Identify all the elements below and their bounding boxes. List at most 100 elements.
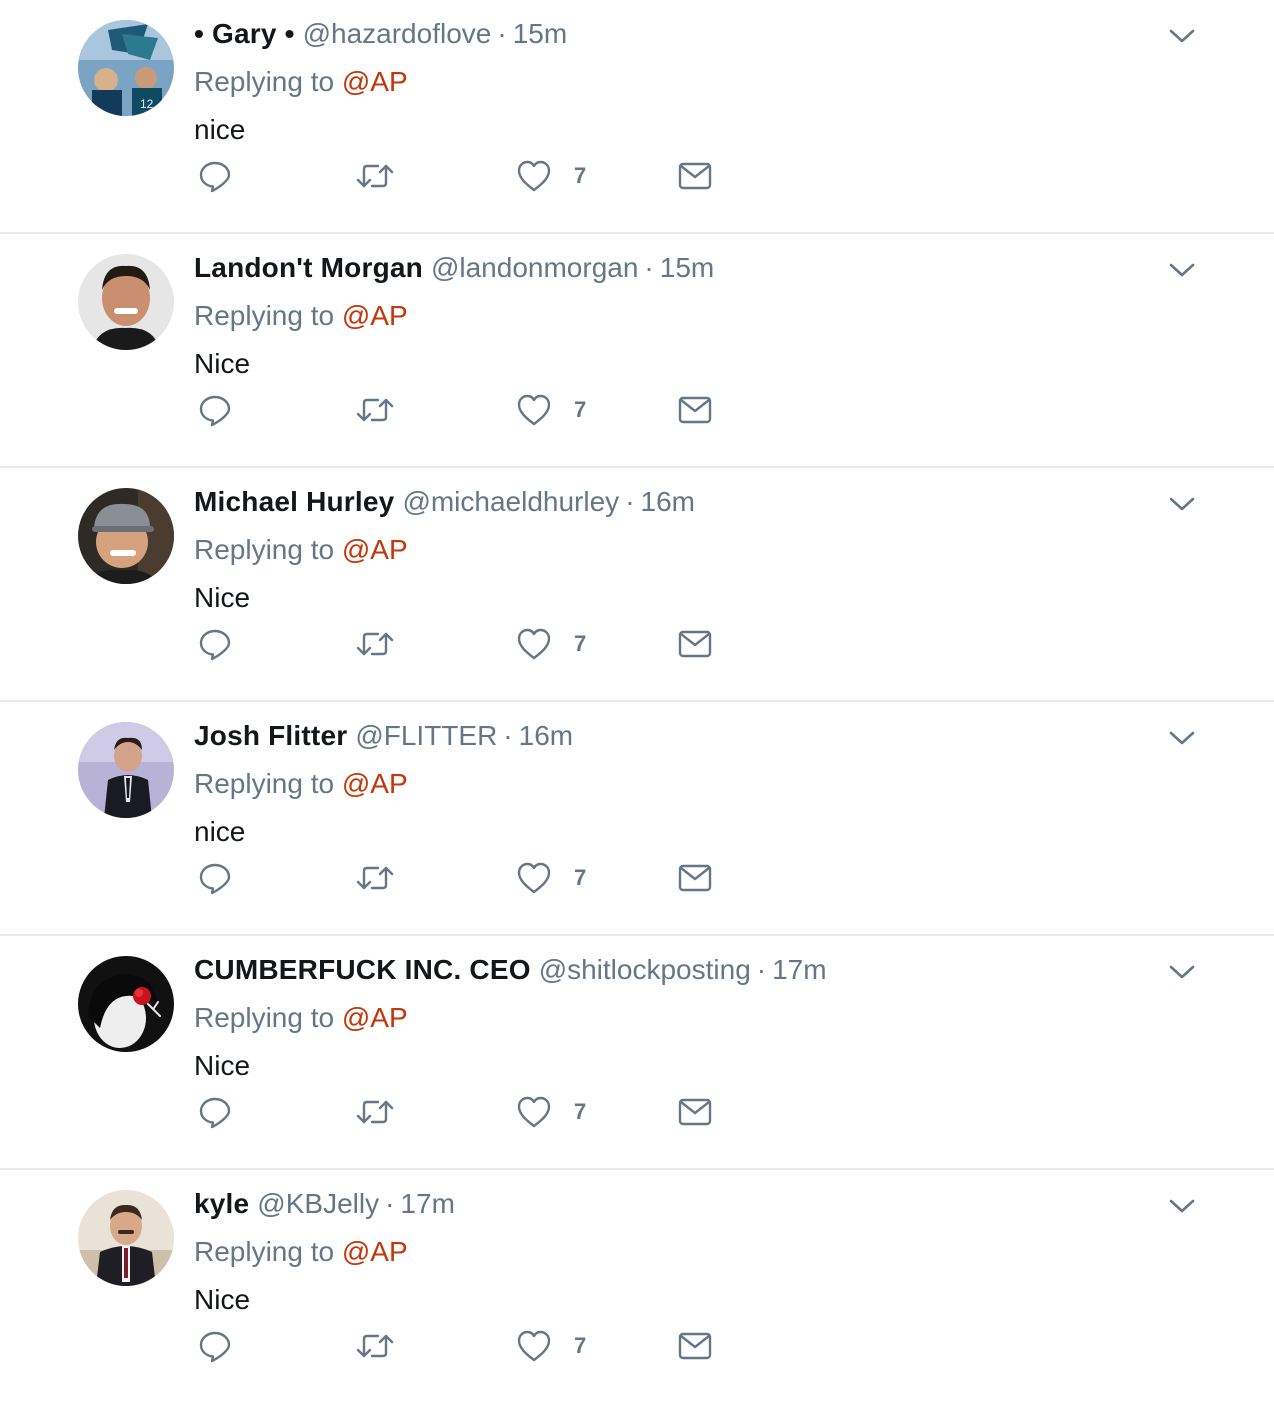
- replying-to-mention-link[interactable]: @AP: [342, 1236, 408, 1267]
- like-count: 7: [574, 631, 587, 656]
- timestamp[interactable]: 16m: [641, 486, 695, 517]
- reply-button[interactable]: [198, 858, 232, 898]
- separator-dot: ·: [497, 18, 507, 49]
- chevron-down-icon[interactable]: [1166, 490, 1198, 518]
- like-count: 7: [574, 865, 587, 890]
- retweet-icon: [356, 1329, 394, 1363]
- replying-to-label: Replying to: [194, 768, 335, 799]
- tweet[interactable]: 12 • Gary • @hazardoflove · 15m Replying to…: [0, 0, 1274, 234]
- direct-message-button[interactable]: [678, 624, 712, 664]
- like-button[interactable]: 7: [516, 624, 586, 664]
- avatar[interactable]: [78, 1190, 174, 1286]
- tweet-actions: 7: [194, 1326, 754, 1366]
- like-button[interactable]: 7: [516, 390, 586, 430]
- user-handle[interactable]: @michaeldhurley: [402, 486, 619, 517]
- envelope-icon: [678, 1097, 712, 1127]
- user-handle[interactable]: @landonmorgan: [431, 252, 638, 283]
- tweet-text: Nice: [194, 1284, 251, 1315]
- avatar[interactable]: [78, 254, 174, 350]
- like-button[interactable]: 7: [516, 1092, 586, 1132]
- display-name[interactable]: kyle: [194, 1188, 249, 1219]
- retweet-icon: [356, 159, 394, 193]
- chevron-down-icon[interactable]: [1166, 1192, 1198, 1220]
- tweet[interactable]: CUMBERFUCK INC. CEO @shitlockposting · 17m …: [0, 936, 1274, 1170]
- replying-to-mention-link[interactable]: @AP: [342, 300, 408, 331]
- tweet-actions: 7: [194, 858, 754, 898]
- reply-button[interactable]: [198, 1326, 232, 1366]
- display-name[interactable]: • Gary •: [194, 18, 295, 49]
- tweet[interactable]: Josh Flitter @FLITTER · 16m Replying to @AP…: [0, 702, 1274, 936]
- svg-text:12: 12: [140, 97, 154, 111]
- reply-button[interactable]: [198, 624, 232, 664]
- timestamp[interactable]: 17m: [400, 1188, 454, 1219]
- chevron-down-icon[interactable]: [1166, 724, 1198, 752]
- retweet-button[interactable]: [356, 1092, 394, 1132]
- display-name[interactable]: Josh Flitter: [194, 720, 347, 751]
- like-count: 7: [574, 163, 587, 188]
- timestamp[interactable]: 17m: [772, 954, 826, 985]
- retweet-icon: [356, 393, 394, 427]
- user-handle[interactable]: @KBJelly: [257, 1188, 379, 1219]
- avatar[interactable]: 12: [78, 20, 174, 116]
- replying-to-mention-link[interactable]: @AP: [342, 1002, 408, 1033]
- tweet-header: CUMBERFUCK INC. CEO @shitlockposting · 17m: [194, 950, 827, 990]
- tweet-text: Nice: [194, 348, 251, 379]
- chevron-down-icon[interactable]: [1166, 256, 1198, 284]
- chevron-down-icon[interactable]: [1166, 22, 1198, 50]
- tweet-header: Landon't Morgan @landonmorgan · 15m: [194, 248, 714, 288]
- timestamp[interactable]: 16m: [519, 720, 573, 751]
- heart-icon: [516, 627, 552, 661]
- user-handle[interactable]: @hazardoflove: [303, 18, 492, 49]
- retweet-button[interactable]: [356, 1326, 394, 1366]
- envelope-icon: [678, 629, 712, 659]
- avatar[interactable]: [78, 722, 174, 818]
- envelope-icon: [678, 1331, 712, 1361]
- tweet[interactable]: kyle @KBJelly·17m Replying to @AP Nice: [0, 1170, 1274, 1404]
- retweet-icon: [356, 861, 394, 895]
- like-button[interactable]: 7: [516, 858, 586, 898]
- reply-button[interactable]: [198, 1092, 232, 1132]
- reply-feed: 12 • Gary • @hazardoflove · 15m Replying to…: [0, 0, 1274, 1390]
- separator-dot: ·: [756, 954, 767, 985]
- tweet-text: nice: [194, 114, 246, 145]
- timestamp[interactable]: 15m: [660, 252, 714, 283]
- tweet[interactable]: Michael Hurley @michaeldhurley · 16m Replyi…: [0, 468, 1274, 702]
- avatar[interactable]: [78, 956, 174, 1052]
- display-name[interactable]: CUMBERFUCK INC. CEO: [194, 954, 531, 985]
- like-button[interactable]: 7: [516, 156, 586, 196]
- retweet-button[interactable]: [356, 858, 394, 898]
- like-count: 7: [574, 1099, 587, 1124]
- direct-message-button[interactable]: [678, 1326, 712, 1366]
- direct-message-button[interactable]: [678, 858, 712, 898]
- direct-message-button[interactable]: [678, 390, 712, 430]
- display-name[interactable]: Michael Hurley: [194, 486, 394, 517]
- display-name[interactable]: Landon't Morgan: [194, 252, 423, 283]
- user-handle[interactable]: @FLITTER: [355, 720, 497, 751]
- replying-to-label: Replying to: [194, 1236, 335, 1267]
- replying-to-mention-link[interactable]: @AP: [342, 66, 408, 97]
- reply-button[interactable]: [198, 156, 232, 196]
- like-button[interactable]: 7: [516, 1326, 586, 1366]
- heart-icon: [516, 861, 552, 895]
- timestamp[interactable]: 15m: [513, 18, 567, 49]
- direct-message-button[interactable]: [678, 1092, 712, 1132]
- separator-dot: ·: [625, 486, 635, 517]
- direct-message-button[interactable]: [678, 156, 712, 196]
- replying-to-mention-link[interactable]: @AP: [342, 534, 408, 565]
- user-handle[interactable]: @shitlockposting: [539, 954, 751, 985]
- avatar[interactable]: [78, 488, 174, 584]
- tweet-actions: 7: [194, 624, 754, 664]
- reply-button[interactable]: [198, 390, 232, 430]
- tweet[interactable]: Landon't Morgan @landonmorgan · 15m Replyin…: [0, 234, 1274, 468]
- separator-dot: ·: [503, 720, 513, 751]
- tweet-header: • Gary • @hazardoflove · 15m: [194, 14, 567, 54]
- retweet-button[interactable]: [356, 156, 394, 196]
- heart-icon: [516, 159, 552, 193]
- replying-to-line: Replying to @AP: [194, 764, 408, 804]
- heart-icon: [516, 1095, 552, 1129]
- reply-bubble-icon: [198, 627, 232, 661]
- retweet-button[interactable]: [356, 390, 394, 430]
- retweet-button[interactable]: [356, 624, 394, 664]
- replying-to-mention-link[interactable]: @AP: [342, 768, 408, 799]
- chevron-down-icon[interactable]: [1166, 958, 1198, 986]
